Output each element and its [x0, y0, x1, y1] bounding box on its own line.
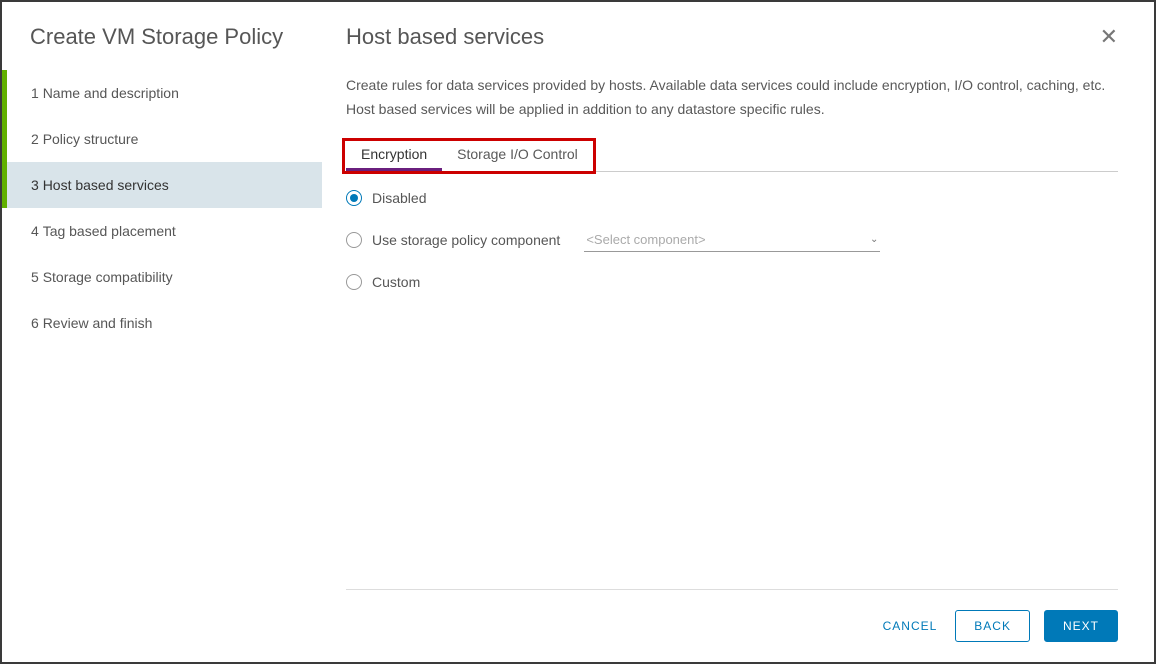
wizard-step-storage-compatibility[interactable]: 5 Storage compatibility: [2, 254, 322, 300]
tab-storage-io-control[interactable]: Storage I/O Control: [442, 140, 593, 171]
step-label: Review and finish: [43, 315, 153, 331]
step-index: 1: [31, 85, 39, 101]
step-label: Name and description: [43, 85, 179, 101]
page-description: Create rules for data services provided …: [346, 74, 1118, 122]
tab-bar: Encryption Storage I/O Control: [346, 140, 1118, 172]
main-content: Host based services ✕ Create rules for d…: [322, 2, 1154, 662]
chevron-down-icon: ⌄: [870, 234, 878, 245]
option-custom-label[interactable]: Custom: [372, 274, 420, 290]
dialog-frame: Create VM Storage Policy 1 Name and desc…: [0, 0, 1156, 664]
step-index: 5: [31, 269, 39, 285]
step-index: 2: [31, 131, 39, 147]
next-button[interactable]: NEXT: [1044, 610, 1118, 642]
option-custom-row: Custom: [346, 274, 1118, 290]
close-button[interactable]: ✕: [1100, 24, 1118, 48]
option-disabled-label[interactable]: Disabled: [372, 190, 426, 206]
wizard-step-policy-structure[interactable]: 2 Policy structure: [2, 116, 322, 162]
step-label: Tag based placement: [43, 223, 176, 239]
option-custom-radio[interactable]: [346, 274, 362, 290]
close-icon: ✕: [1100, 24, 1118, 49]
step-label: Policy structure: [43, 131, 139, 147]
step-index: 6: [31, 315, 39, 331]
wizard-step-review-finish[interactable]: 6 Review and finish: [2, 300, 322, 346]
wizard-title: Create VM Storage Policy: [2, 24, 322, 70]
cancel-button[interactable]: CANCEL: [879, 611, 942, 641]
step-label: Host based services: [43, 177, 169, 193]
step-index: 3: [31, 177, 39, 193]
option-use-component-label[interactable]: Use storage policy component: [372, 232, 560, 248]
option-use-component-row: Use storage policy component <Select com…: [346, 228, 1118, 252]
wizard-step-host-based-services[interactable]: 3 Host based services: [2, 162, 322, 208]
component-select[interactable]: <Select component> ⌄: [584, 228, 880, 252]
select-placeholder: <Select component>: [586, 232, 705, 247]
wizard-step-tag-based-placement[interactable]: 4 Tag based placement: [2, 208, 322, 254]
step-label: Storage compatibility: [43, 269, 173, 285]
wizard-step-name-description[interactable]: 1 Name and description: [2, 70, 322, 116]
dialog-body: Create VM Storage Policy 1 Name and desc…: [2, 2, 1154, 662]
option-disabled-row: Disabled: [346, 190, 1118, 206]
component-select-wrap: <Select component> ⌄: [584, 228, 880, 252]
back-button[interactable]: BACK: [955, 610, 1030, 642]
tab-encryption[interactable]: Encryption: [346, 140, 442, 171]
wizard-sidebar: Create VM Storage Policy 1 Name and desc…: [2, 2, 322, 662]
dialog-footer: CANCEL BACK NEXT: [346, 589, 1118, 642]
option-disabled-radio[interactable]: [346, 190, 362, 206]
page-title: Host based services: [346, 24, 544, 50]
step-index: 4: [31, 223, 39, 239]
wizard-step-list: 1 Name and description 2 Policy structur…: [2, 70, 322, 346]
main-header: Host based services ✕: [346, 24, 1118, 50]
option-use-component-radio[interactable]: [346, 232, 362, 248]
options-group: Disabled Use storage policy component <S…: [346, 190, 1118, 312]
